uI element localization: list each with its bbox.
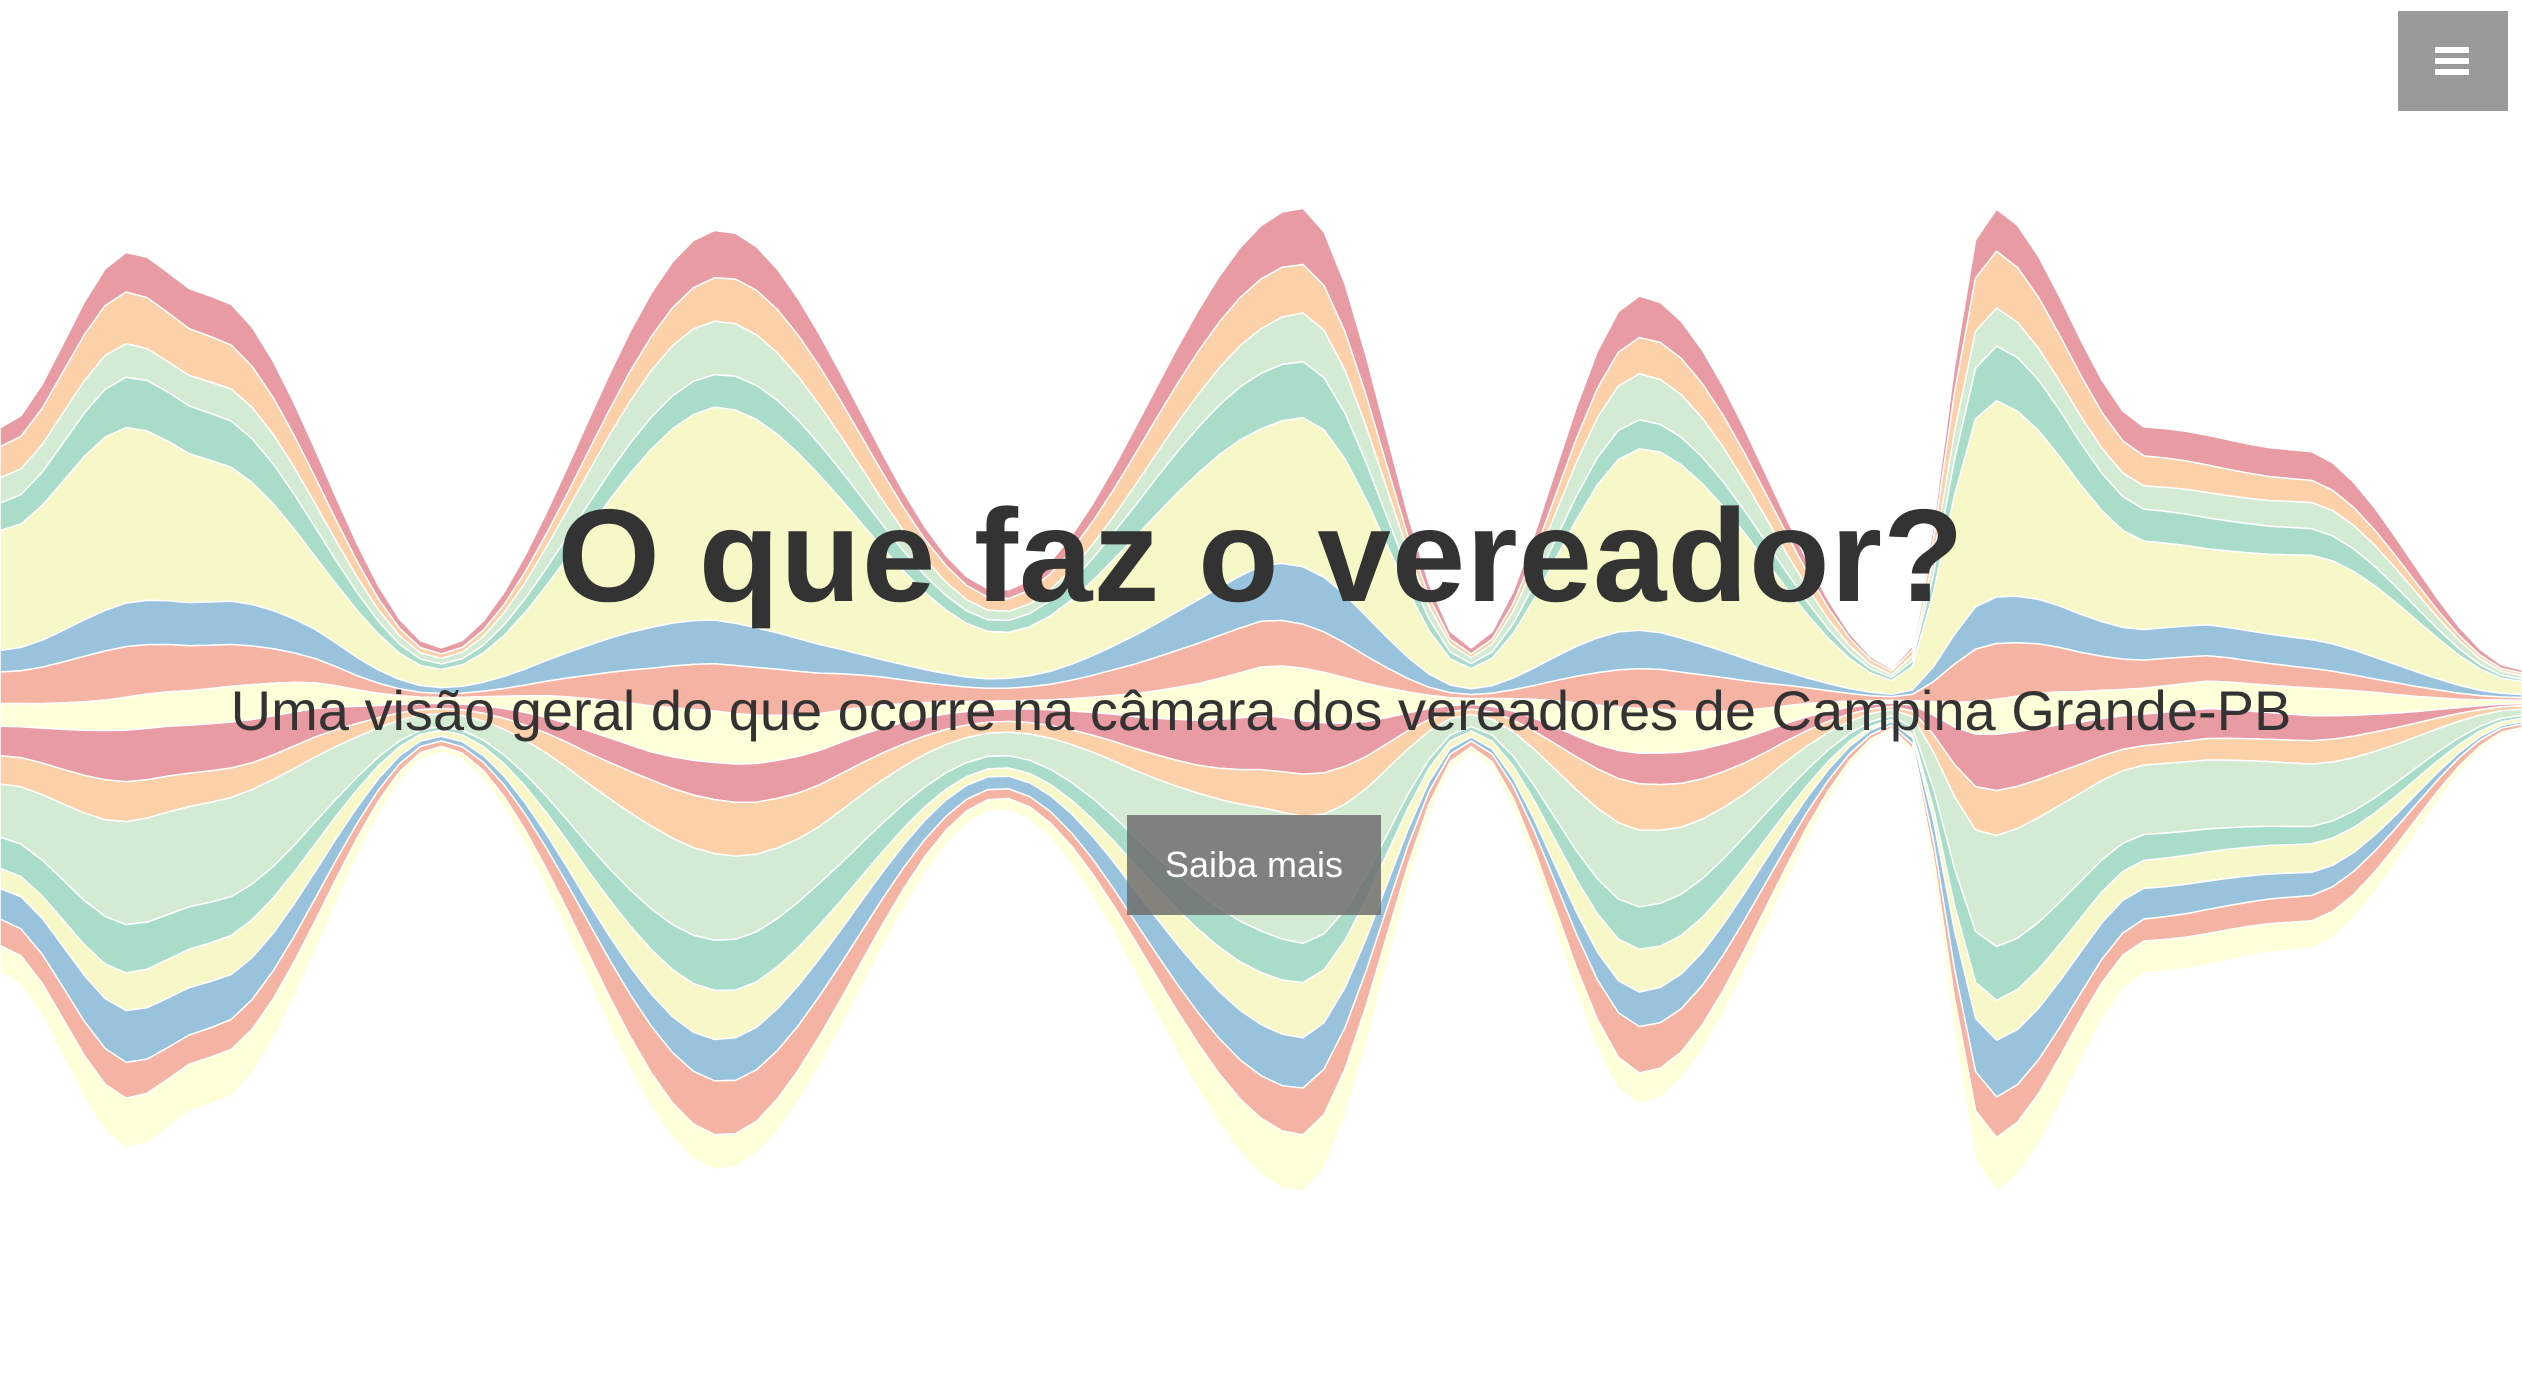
hero-section: O que faz o vereador? Uma visão geral do… <box>0 0 2522 1397</box>
menu-button[interactable] <box>2398 11 2508 111</box>
learn-more-button[interactable]: Saiba mais <box>1127 815 1381 915</box>
page-subtitle: Uma visão geral do que ocorre na câmara … <box>230 679 2292 742</box>
page-title: O que faz o vereador? <box>557 482 1965 629</box>
